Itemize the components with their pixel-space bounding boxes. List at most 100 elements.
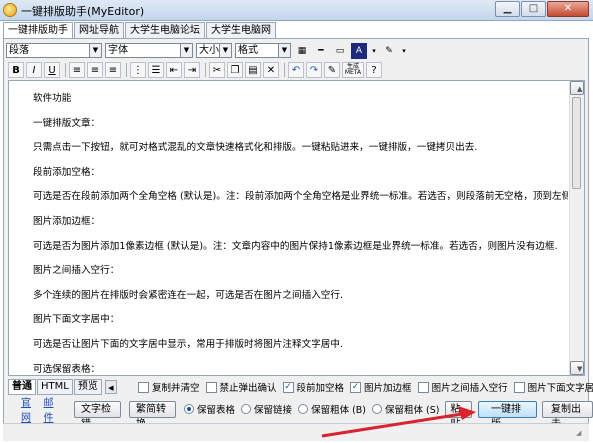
option-label: 图片加边框 [364,383,412,394]
radio-keep-bold[interactable]: 保留粗体 (B) [298,402,366,416]
tab-preview[interactable]: 预览 [73,379,102,395]
tab-nav[interactable]: 网址导航 [74,22,124,38]
radio-label: 保留链接 [254,405,293,416]
copy-icon[interactable]: ❐ [227,62,243,78]
app-icon [3,3,17,17]
option-center-caption[interactable]: 图片下面文字居中 [513,380,593,394]
unordered-list-icon[interactable]: ☰ [148,62,164,78]
minimize-button[interactable]: ▁ [495,1,520,17]
font-select[interactable]: 字体 ▼ [105,43,193,58]
scrollbar-thumb[interactable] [572,97,581,189]
chevron-down-icon: ▼ [180,44,192,57]
option-no-confirm[interactable]: 禁止弹出确认 [205,380,277,394]
window-controls: ▁ □ ✕ [494,1,589,17]
edit-document-icon[interactable]: ✎ [324,62,340,78]
scroll-down-icon[interactable]: ▼ [570,361,584,375]
style-toolbar: 段落 ▼ 字体 ▼ 大小 ▼ 格式 ▼ ▦ ━ ▭ A ▾ ✎ ▾ [6,41,411,60]
checkbox[interactable] [205,381,217,393]
radio-keep-table[interactable]: 保留表格 [184,402,235,416]
option-copy-clear[interactable]: 复制并清空 [138,380,200,394]
table-icon[interactable]: ▦ [294,43,310,59]
help-icon[interactable]: ? [366,62,382,78]
underline-button[interactable]: U [44,62,60,78]
tab-forum[interactable]: 大学生电脑论坛 [125,22,205,38]
align-right-icon[interactable]: ≡ [105,62,121,78]
close-button[interactable]: ✕ [547,1,589,17]
redo-icon[interactable]: ↷ [306,62,322,78]
checkbox-checked[interactable]: ✓ [350,381,362,393]
editor-content: 软件功能 一键排版文章： 只需点击一下按钮，就可对格式混乱的文章快速格式化和排版… [33,87,568,375]
outdent-icon[interactable]: ⇤ [166,62,182,78]
toolbar-divider [126,63,127,77]
size-select-value: 大小 [199,45,219,56]
paragraph: 可选是否让图片下面的文字居中显示，常用于排版时将图片注释文字居中. [33,338,344,350]
checkbox[interactable] [513,381,525,393]
radio-label: 保留表格 [197,405,236,416]
mail-link[interactable]: 邮件 [44,394,61,424]
vertical-scrollbar[interactable]: ▲ ▼ [569,81,584,375]
paste-button[interactable]: 粘贴 [445,400,472,430]
paste-icon[interactable]: ▤ [245,62,261,78]
copy-out-button[interactable]: 复制出去 [542,400,593,430]
radio[interactable] [372,404,383,414]
chevron-down-icon[interactable]: ▾ [400,43,408,59]
options-row: 复制并清空 禁止弹出确认 ✓ 段前加空格 ✓ 图片加边框 图片之间插入空行 图片下面… [138,380,593,394]
ordered-list-icon[interactable]: ⋮ [130,62,146,78]
scroll-up-icon[interactable]: ▲ [570,81,584,95]
align-left-icon[interactable]: ≡ [69,62,85,78]
window-title: 一键排版助手(MyEditor) [21,5,145,18]
tab-html[interactable]: HTML [37,379,73,395]
official-site-link[interactable]: 官网 [21,394,38,424]
highlight-pen-icon[interactable]: ✎ [381,43,397,59]
option-image-border[interactable]: ✓ 图片加边框 [350,380,412,394]
option-indent[interactable]: ✓ 段前加空格 [282,380,345,394]
paragraph-select[interactable]: 段落 ▼ [6,43,102,58]
tab-site[interactable]: 大学生电脑网 [206,22,276,38]
status-bar: ◢ [3,423,589,441]
convert-button[interactable]: 繁简转换 [129,400,177,430]
format-button[interactable]: 一键排版 [477,400,537,430]
paragraph-select-value: 段落 [9,45,29,56]
font-color-icon[interactable]: A [351,42,367,59]
radio[interactable] [241,404,252,414]
tab-normal[interactable]: 普通 [8,379,36,395]
option-label: 段前加空格 [296,383,345,394]
option-blank-line[interactable]: 图片之间插入空行 [417,380,508,394]
undo-icon[interactable]: ↶ [288,62,304,78]
text-check-button[interactable]: 文字检错 [74,400,122,430]
bold-button[interactable]: B [8,62,24,78]
textbox-icon[interactable]: ▭ [332,43,348,59]
horizontal-line-icon[interactable]: ━ [313,43,329,59]
align-center-icon[interactable]: ≡ [87,62,103,78]
radio-keep-link[interactable]: 保留链接 [241,402,292,416]
checkbox[interactable] [138,381,149,393]
indent-icon[interactable]: ⇥ [184,62,200,78]
tab-formatter[interactable]: 一键排版助手 [3,22,73,39]
delete-icon[interactable]: ✕ [263,62,279,78]
italic-button[interactable]: I [26,62,42,78]
maximize-button[interactable]: □ [521,1,546,17]
main-tabs: 一键排版助手 网址导航 大学生电脑论坛 大学生电脑网 [3,22,277,39]
resize-grip-icon[interactable]: ◢ [576,429,586,439]
format-select[interactable]: 格式 ▼ [235,43,291,58]
checkbox[interactable] [417,381,429,393]
editor-area[interactable]: 软件功能 一键排版文章： 只需点击一下按钮，就可对格式混乱的文章快速格式化和排版… [8,80,585,376]
checkbox-checked[interactable]: ✓ [282,381,294,393]
cut-icon[interactable]: ✂ [209,62,225,78]
radio-keep-bold-s[interactable]: 保留粗体 (S) [372,402,439,416]
paragraph: 段前添加空格： [33,166,101,178]
format-toolbar: B I U ≡ ≡ ≡ ⋮ ☰ ⇤ ⇥ ✂ ❐ ▤ ✕ ↶ ↷ ✎ 生成META… [8,61,384,79]
paragraph: 只需点击一下按钮，就可对格式混乱的文章快速格式化和排版。一键粘贴进来，一键排版，… [33,142,478,154]
paragraph: 可选保留表格： [33,363,101,375]
paragraph: 一键排版文章： [33,117,101,129]
meta-button[interactable]: 生成META [342,62,364,78]
scroll-left-icon[interactable]: ◀ [104,380,117,394]
option-label: 禁止弹出确认 [219,383,277,394]
size-select[interactable]: 大小 ▼ [196,43,232,58]
chevron-down-icon[interactable]: ▾ [370,43,378,59]
radio[interactable] [298,404,309,414]
paragraph: 图片下面文字居中： [33,314,120,326]
paragraph: 图片添加边框： [33,215,101,227]
radio-label: 保留粗体 (B) [311,405,367,416]
radio-selected[interactable] [184,404,195,414]
